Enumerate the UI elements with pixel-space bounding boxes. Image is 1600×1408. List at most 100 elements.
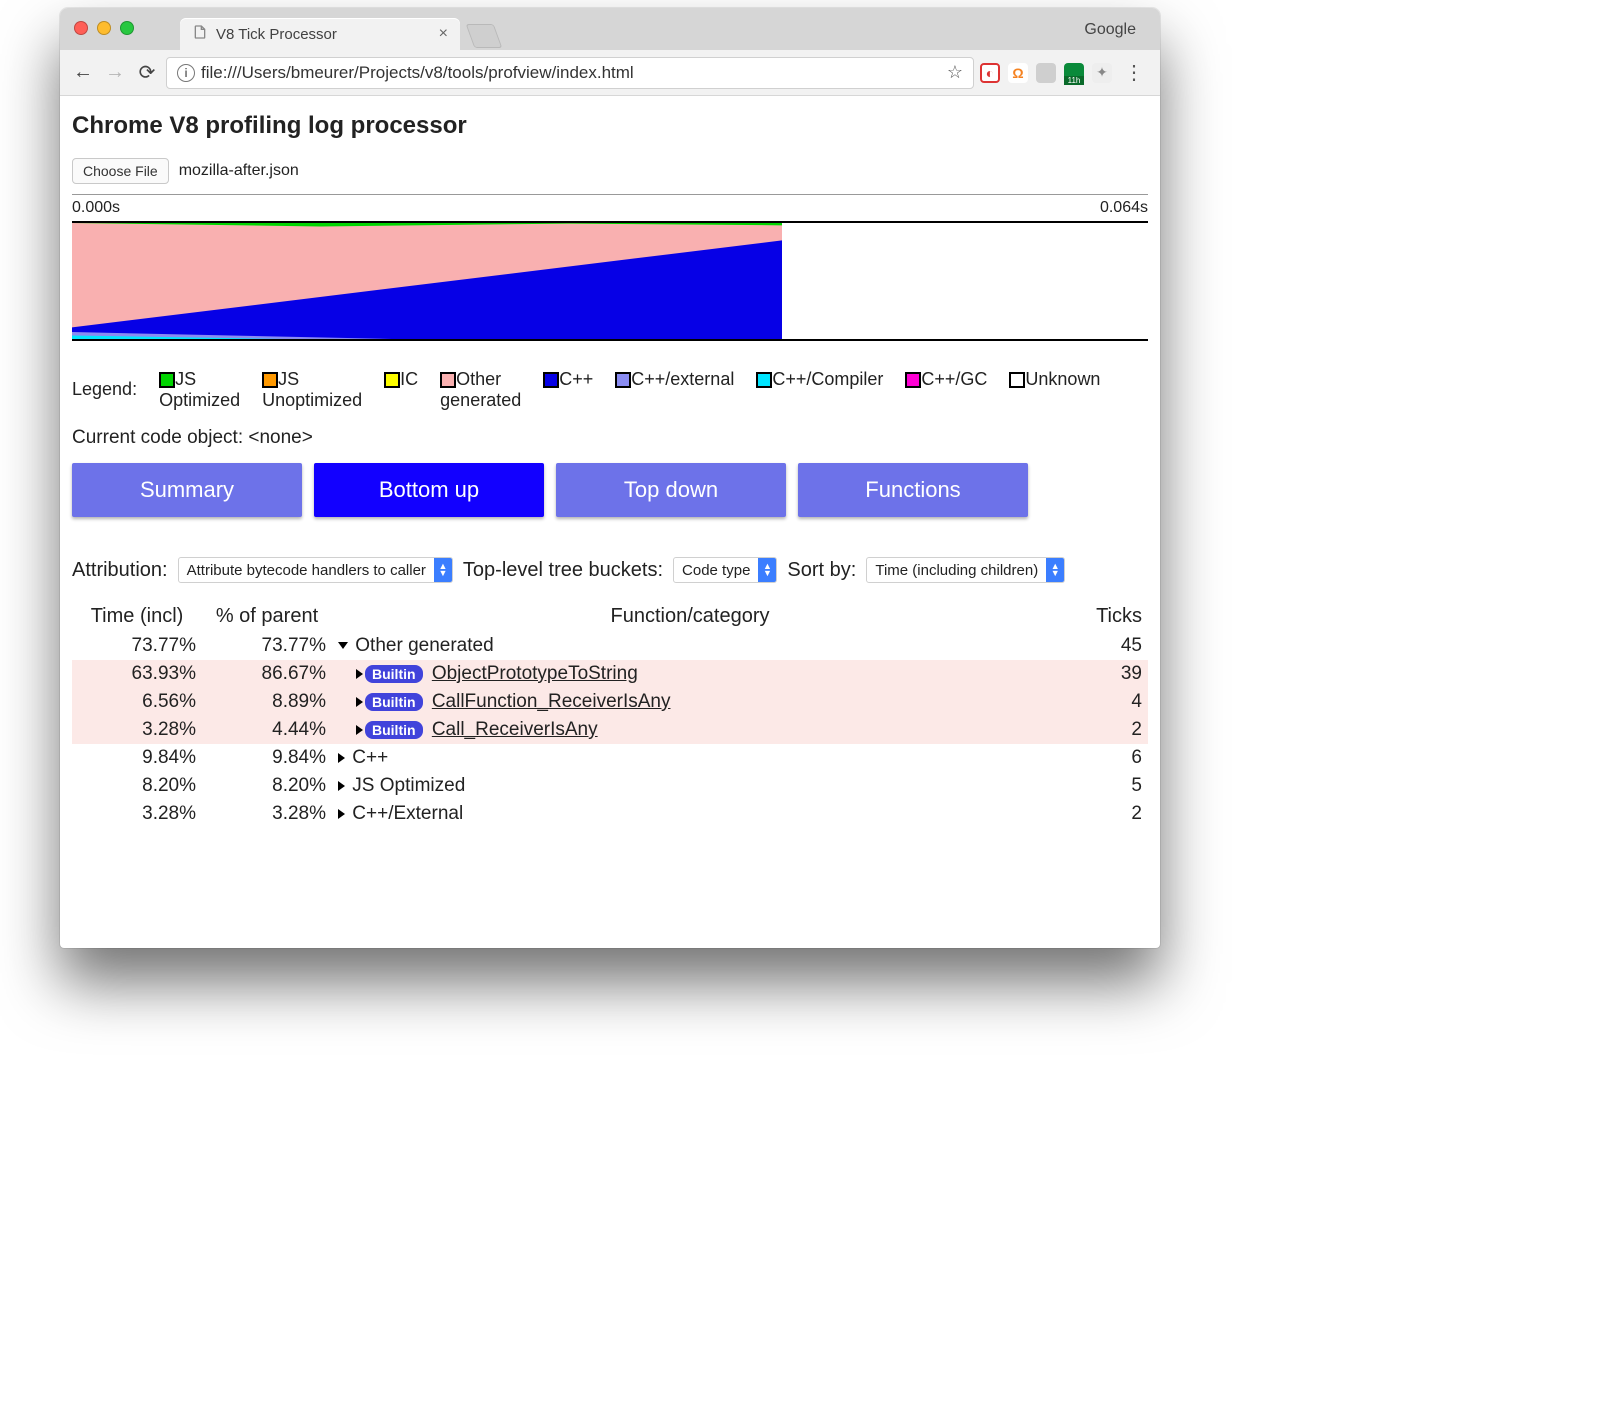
legend-text: Other — [456, 369, 501, 390]
col-function: Function/category — [332, 601, 1048, 632]
cell-time: 3.28% — [72, 716, 202, 744]
chevron-updown-icon: ▲▼ — [1046, 558, 1064, 582]
forward-button[interactable]: → — [102, 60, 128, 86]
disclosure-right-icon[interactable] — [338, 753, 345, 763]
cell-function: C++/External — [332, 800, 1048, 828]
file-icon — [192, 24, 208, 44]
buckets-select[interactable]: Code type ▲▼ — [673, 557, 777, 583]
legend-swatch — [756, 372, 772, 388]
col-pct-parent: % of parent — [202, 601, 332, 632]
builtin-badge: Builtin — [365, 721, 423, 739]
legend-item: Othergenerated — [440, 369, 521, 411]
legend-text: C++/external — [631, 369, 734, 390]
disclosure-right-icon[interactable] — [338, 809, 345, 819]
titlebar: V8 Tick Processor × Google — [60, 8, 1160, 50]
ext-tools-icon[interactable]: ✦ — [1092, 63, 1112, 83]
cell-ticks: 2 — [1048, 716, 1148, 744]
legend-item: Unknown — [1009, 369, 1100, 390]
legend-swatch — [1009, 372, 1025, 388]
disclosure-right-icon[interactable] — [356, 669, 363, 679]
legend-swatch — [440, 372, 456, 388]
current-code-object: Current code object: <none> — [72, 427, 1148, 449]
cell-parent: 9.84% — [202, 744, 332, 772]
cell-parent: 8.20% — [202, 772, 332, 800]
table-row[interactable]: 3.28%3.28% C++/External2 — [72, 800, 1148, 828]
attribution-label: Attribution: — [72, 559, 168, 582]
cell-parent: 3.28% — [202, 800, 332, 828]
legend-item: C++/Compiler — [756, 369, 883, 390]
chevron-updown-icon: ▲▼ — [758, 558, 776, 582]
function-link[interactable]: Call_ReceiverIsAny — [432, 719, 598, 740]
buckets-label: Top-level tree buckets: — [463, 559, 663, 582]
time-start-label: 0.000s — [72, 199, 120, 217]
disclosure-right-icon[interactable] — [356, 725, 363, 735]
legend-text: generated — [440, 390, 521, 411]
bookmark-star-icon[interactable]: ☆ — [947, 62, 963, 83]
ext-orange-icon[interactable]: Ω — [1008, 63, 1028, 83]
sort-label: Sort by: — [787, 559, 856, 582]
site-info-icon[interactable]: i — [177, 64, 195, 82]
back-button[interactable]: ← — [70, 60, 96, 86]
table-row[interactable]: 8.20%8.20% JS Optimized5 — [72, 772, 1148, 800]
cell-ticks: 39 — [1048, 660, 1148, 688]
tab-bottom-up[interactable]: Bottom up — [314, 463, 544, 517]
cell-function: JS Optimized — [332, 772, 1048, 800]
ublock-icon[interactable]: ◐ — [980, 63, 1000, 83]
cell-parent: 73.77% — [202, 632, 332, 660]
address-bar[interactable]: i file:///Users/bmeurer/Projects/v8/tool… — [166, 57, 974, 89]
sort-select[interactable]: Time (including children) ▲▼ — [866, 557, 1065, 583]
cell-ticks: 6 — [1048, 744, 1148, 772]
legend-text: JS — [175, 369, 196, 390]
disclosure-down-icon[interactable] — [338, 642, 348, 649]
tree-controls: Attribution: Attribute bytecode handlers… — [72, 557, 1148, 583]
table-row[interactable]: 6.56%8.89%Builtin CallFunction_ReceiverI… — [72, 688, 1148, 716]
minimize-window-button[interactable] — [97, 21, 111, 35]
table-row[interactable]: 9.84%9.84% C++6 — [72, 744, 1148, 772]
tab-summary[interactable]: Summary — [72, 463, 302, 517]
table-row[interactable]: 3.28%4.44%Builtin Call_ReceiverIsAny2 — [72, 716, 1148, 744]
chrome-menu-icon[interactable]: ⋮ — [1118, 60, 1150, 85]
browser-tab[interactable]: V8 Tick Processor × — [180, 18, 460, 50]
function-link[interactable]: ObjectPrototypeToString — [432, 663, 638, 684]
cell-time: 3.28% — [72, 800, 202, 828]
legend-text: Unknown — [1025, 369, 1100, 390]
tab-functions[interactable]: Functions — [798, 463, 1028, 517]
tab-top-down[interactable]: Top down — [556, 463, 786, 517]
disclosure-right-icon[interactable] — [356, 697, 363, 707]
close-tab-icon[interactable]: × — [439, 25, 448, 43]
selected-filename: mozilla-after.json — [179, 162, 299, 180]
new-tab-button[interactable] — [466, 24, 503, 48]
close-window-button[interactable] — [74, 21, 88, 35]
legend-text: Unoptimized — [262, 390, 362, 411]
builtin-badge: Builtin — [365, 665, 423, 683]
disclosure-right-icon[interactable] — [338, 781, 345, 791]
cell-function: Builtin CallFunction_ReceiverIsAny — [332, 688, 1048, 716]
table-row[interactable]: 73.77%73.77% Other generated45 — [72, 632, 1148, 660]
legend-swatch — [543, 372, 559, 388]
legend: Legend: JSOptimized JSUnoptimized IC Oth… — [72, 341, 1148, 421]
ext-green-icon[interactable]: 11h — [1064, 63, 1084, 83]
profile-label[interactable]: Google — [1084, 21, 1136, 39]
function-link[interactable]: CallFunction_ReceiverIsAny — [432, 691, 671, 712]
time-end-label: 0.064s — [1100, 199, 1148, 217]
legend-swatch — [384, 372, 400, 388]
buckets-value: Code type — [674, 562, 758, 579]
window-controls — [74, 21, 134, 35]
cell-ticks: 5 — [1048, 772, 1148, 800]
table-row[interactable]: 63.93%86.67%Builtin ObjectPrototypeToStr… — [72, 660, 1148, 688]
cell-time: 73.77% — [72, 632, 202, 660]
legend-item: IC — [384, 369, 418, 390]
legend-text: C++ — [559, 369, 593, 390]
timeline-section: 0.000s 0.064s — [72, 194, 1148, 341]
choose-file-button[interactable]: Choose File — [72, 158, 169, 184]
cell-ticks: 4 — [1048, 688, 1148, 716]
reload-button[interactable]: ⟳ — [134, 60, 160, 86]
cell-function: Builtin Call_ReceiverIsAny — [332, 716, 1048, 744]
ext-gray-icon[interactable] — [1036, 63, 1056, 83]
attribution-select[interactable]: Attribute bytecode handlers to caller ▲▼ — [178, 557, 453, 583]
timeline-chart[interactable] — [72, 221, 1148, 341]
maximize-window-button[interactable] — [120, 21, 134, 35]
legend-item: C++/GC — [905, 369, 987, 390]
legend-item: JSUnoptimized — [262, 369, 362, 411]
cell-parent: 8.89% — [202, 688, 332, 716]
